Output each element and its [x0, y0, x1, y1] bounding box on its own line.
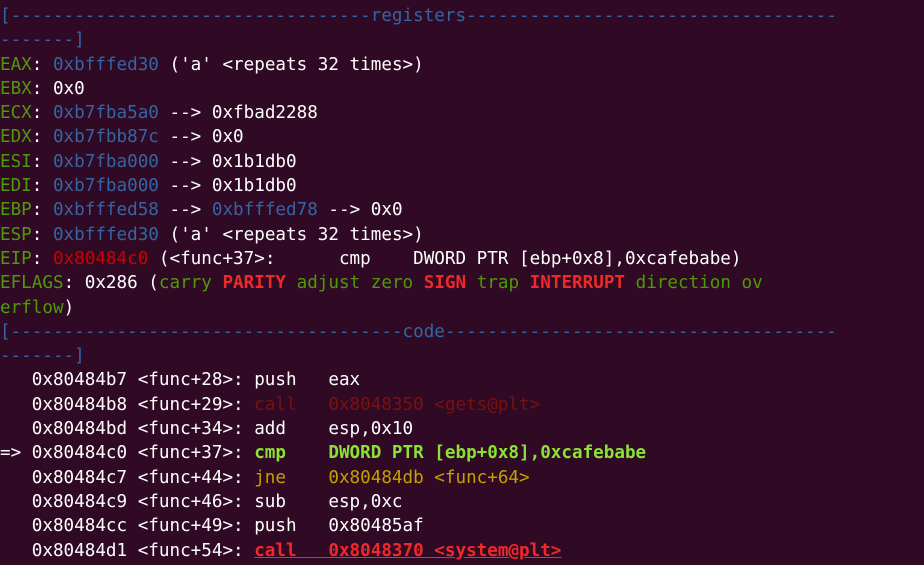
terminal-line: EBX: 0x0 — [0, 77, 924, 101]
terminal-text-segment: EIP — [0, 248, 32, 269]
terminal-text-segment: call 0x8048370 <system@plt> — [254, 540, 562, 561]
terminal-line: EIP: 0x80484c0 (<func+37>: cmp DWORD PTR… — [0, 247, 924, 271]
terminal-text-segment: ECX — [0, 103, 32, 124]
terminal-text-segment: 0x80484c0 — [52, 248, 149, 269]
terminal-line: 0x80484cc <func+49>: push 0x80485af — [0, 514, 924, 538]
terminal-text-segment: 0x80484b8 <func+29>: — [0, 394, 255, 415]
terminal-line: -------] — [0, 28, 924, 52]
terminal-text-segment: EBP — [0, 200, 32, 221]
terminal-line: EDI: 0xb7fba000 --> 0x1b1db0 — [0, 174, 924, 198]
terminal-text-segment: 0x80484cc <func+49>: push 0x80485af — [0, 516, 424, 537]
terminal-text-segment: --> 0xfbad2288 — [158, 103, 318, 124]
terminal-text-segment: EFLAGS — [0, 273, 64, 294]
terminal-line: 0x80484b7 <func+28>: push eax — [0, 368, 924, 392]
terminal-line: ESP: 0xbfffed30 ('a' <repeats 32 times>) — [0, 223, 924, 247]
terminal-text-segment: EBX — [0, 78, 32, 99]
terminal-text-segment: SIGN — [423, 273, 467, 294]
terminal-line: => 0x80484c0 <func+37>: cmp DWORD PTR [e… — [0, 441, 924, 465]
terminal-text-segment: call 0x8048350 <gets@plt> — [254, 394, 541, 415]
terminal-text-segment: : — [31, 54, 53, 75]
terminal-text-segment: --> — [158, 200, 212, 221]
terminal-line: EAX: 0xbfffed30 ('a' <repeats 32 times>) — [0, 53, 924, 77]
terminal-line: 0x80484d1 <func+54>: call 0x8048370 <sys… — [0, 539, 924, 563]
terminal-line: ESI: 0xb7fba000 --> 0x1b1db0 — [0, 150, 924, 174]
terminal-text-segment: --> 0x0 — [317, 200, 403, 221]
terminal-text-segment: EDX — [0, 127, 32, 148]
terminal-text-segment: 0xbfffed30 — [52, 54, 159, 75]
terminal-text-segment: trap — [466, 273, 530, 294]
terminal-text-segment: jne 0x80484db <func+64> — [254, 467, 530, 488]
terminal-text-segment: 0x80484c9 <func+46>: sub esp,0xc — [0, 491, 403, 512]
terminal-window[interactable]: [----------------------------------regis… — [0, 0, 924, 565]
terminal-text-segment: ----------------------------------- — [466, 6, 837, 26]
terminal-text-segment: 0xb7fba5a0 — [52, 103, 159, 124]
terminal-text-segment: adjust zero — [286, 273, 424, 294]
terminal-text-segment: : — [31, 248, 53, 269]
terminal-text-segment: : — [31, 103, 53, 124]
terminal-text-segment: 0x80484c7 <func+44>: — [0, 467, 255, 488]
terminal-text-segment: 0x80484d1 <func+54>: — [0, 540, 255, 561]
terminal-line: 0x80484c9 <func+46>: sub esp,0xc — [0, 490, 924, 514]
terminal-line: -------] — [0, 344, 924, 368]
terminal-text-segment: ('a' <repeats 32 times>) — [158, 54, 424, 75]
terminal-text-segment: -------] — [0, 346, 85, 367]
terminal-text-segment: [------------------------------------- — [0, 321, 403, 342]
terminal-text-segment: PARITY — [222, 273, 287, 294]
terminal-text-segment: : — [31, 151, 53, 172]
terminal-text-segment: 0xbfffed30 — [52, 224, 159, 245]
terminal-text-segment: => 0x80484c0 <func+37>: — [0, 443, 255, 464]
terminal-text-segment: 0xb7fba000 — [52, 151, 159, 172]
terminal-text-segment: : — [31, 200, 53, 221]
terminal-text-segment: --> 0x1b1db0 — [158, 151, 297, 172]
terminal-text-segment: : 0x0 — [31, 78, 85, 99]
terminal-line: [-------------------------------------co… — [0, 320, 924, 344]
terminal-text-segment: (<func+37>: cmp DWORD PTR [ebp+0x8],0xca… — [148, 248, 742, 269]
terminal-line: 0x80484c7 <func+44>: jne 0x80484db <func… — [0, 466, 924, 490]
terminal-text-segment: 0xbfffed58 — [52, 200, 159, 221]
terminal-text-segment: registers — [370, 6, 467, 26]
terminal-text-segment: carry — [158, 273, 223, 294]
terminal-text-segment: 0xbfffed78 — [211, 200, 318, 221]
terminal-text-segment: EDI — [0, 176, 32, 197]
terminal-line: ECX: 0xb7fba5a0 --> 0xfbad2288 — [0, 101, 924, 125]
terminal-text-segment: : 0x286 ( — [63, 273, 159, 294]
terminal-text-segment: erflow — [0, 297, 64, 318]
terminal-text-segment: code — [402, 321, 445, 342]
terminal-text-segment: ESP — [0, 224, 32, 245]
terminal-line: erflow) — [0, 296, 924, 320]
terminal-line: [----------------------------------regis… — [0, 4, 924, 28]
terminal-text-segment: 0xb7fbb87c — [52, 127, 159, 148]
terminal-text-segment: direction ov — [625, 273, 763, 294]
terminal-text-segment: ) — [63, 297, 75, 318]
terminal-text-segment: 0x80484b7 <func+28>: push eax — [0, 370, 361, 391]
terminal-text-segment: --> 0x1b1db0 — [158, 176, 297, 197]
terminal-text-segment: 0x80484bd <func+34>: add esp,0x10 — [0, 419, 414, 440]
terminal-text-segment: : — [31, 127, 53, 148]
terminal-text-segment: : — [31, 224, 53, 245]
terminal-text-segment: --> 0x0 — [158, 127, 244, 148]
terminal-text-segment: [---------------------------------- — [0, 6, 371, 26]
terminal-text-segment: : — [31, 176, 53, 197]
terminal-text-segment: -------] — [0, 30, 85, 51]
terminal-text-segment: ------------------------------------- — [444, 321, 837, 342]
terminal-text-segment: EAX — [0, 54, 32, 75]
terminal-text-segment: INTERRUPT — [529, 273, 626, 294]
terminal-line: EDX: 0xb7fbb87c --> 0x0 — [0, 125, 924, 149]
terminal-text-segment: cmp DWORD PTR [ebp+0x8],0xcafebabe — [254, 443, 647, 464]
terminal-line: EBP: 0xbfffed58 --> 0xbfffed78 --> 0x0 — [0, 198, 924, 222]
terminal-text-segment: ('a' <repeats 32 times>) — [158, 224, 424, 245]
terminal-line: EFLAGS: 0x286 (carry PARITY adjust zero … — [0, 271, 924, 295]
terminal-line: 0x80484b8 <func+29>: call 0x8048350 <get… — [0, 393, 924, 417]
terminal-text-segment: ESI — [0, 151, 32, 172]
terminal-line: 0x80484bd <func+34>: add esp,0x10 — [0, 417, 924, 441]
terminal-text-segment: 0xb7fba000 — [52, 176, 159, 197]
